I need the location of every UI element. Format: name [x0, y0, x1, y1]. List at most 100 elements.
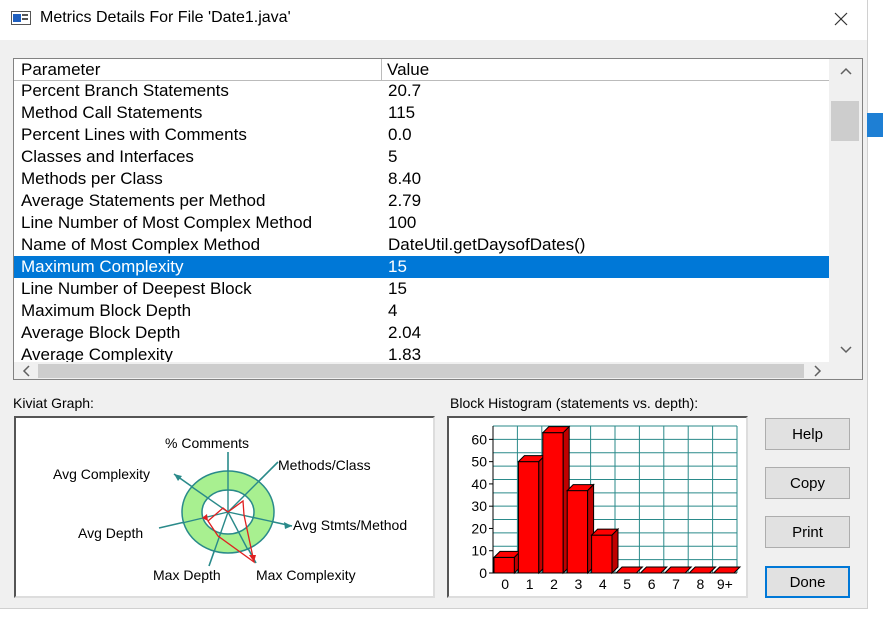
row-parameter: Average Complexity [21, 345, 173, 362]
table-row[interactable]: Line Number of Most Complex Method 100 [14, 212, 829, 234]
row-parameter: Classes and Interfaces [21, 147, 194, 166]
x-tick-label: 7 [672, 576, 680, 592]
bar-top [663, 566, 693, 574]
y-tick-label: 0 [479, 565, 487, 581]
row-value: 8.40 [388, 169, 422, 188]
close-button[interactable] [818, 2, 864, 36]
kiviat-axis-methods-class: Methods/Class [278, 457, 371, 473]
scroll-down-button[interactable] [829, 338, 862, 362]
row-parameter: Line Number of Deepest Block [21, 279, 252, 298]
scroll-up-button[interactable] [829, 59, 862, 83]
scroll-left-button[interactable] [14, 362, 38, 379]
chevron-down-icon [840, 346, 852, 354]
kiviat-graph: % Comments Methods/Class Avg Stmts/Metho… [14, 416, 435, 598]
row-value: 20.7 [388, 81, 422, 100]
bar-top [712, 566, 742, 574]
kiviat-axis-comments: % Comments [165, 435, 249, 451]
row-value: 2.79 [388, 191, 422, 210]
chevron-left-icon [22, 365, 30, 377]
kiviat-axis-avg-complexity: Avg Complexity [53, 466, 150, 482]
table-row[interactable]: Method Call Statements 115 [14, 102, 829, 124]
list-header: Parameter Value [14, 59, 829, 81]
horizontal-scrollbar[interactable] [14, 362, 862, 379]
window-title: Metrics Details For File 'Date1.java' [40, 9, 291, 26]
table-row[interactable]: Line Number of Deepest Block 15 [14, 278, 829, 300]
kiviat-axis-avg-depth: Avg Depth [78, 525, 143, 541]
close-icon [834, 12, 848, 26]
column-header-value[interactable]: Value [382, 59, 829, 80]
horizontal-scroll-thumb[interactable] [38, 364, 804, 378]
x-tick-label: 3 [575, 576, 583, 592]
y-tick-label: 40 [471, 476, 487, 492]
y-tick-label: 30 [471, 498, 487, 514]
row-value: 1.83 [388, 345, 422, 362]
title-bar: Metrics Details For File 'Date1.java' [0, 0, 867, 40]
background-window-edge [867, 113, 883, 137]
x-tick-label: 6 [648, 576, 656, 592]
histogram-bar [639, 566, 669, 574]
kiviat-axis-max-depth: Max Depth [153, 567, 221, 583]
done-button[interactable]: Done [765, 566, 850, 598]
row-parameter: Name of Most Complex Method [21, 235, 261, 254]
table-row[interactable]: Maximum Block Depth 4 [14, 300, 829, 322]
histogram-bar [614, 566, 644, 574]
row-value: 5 [388, 147, 398, 166]
x-tick-label: 0 [501, 576, 509, 592]
histogram-svg: 01020304050600 1 2 3 4 5 6 7 8 9+ [471, 425, 742, 592]
y-tick-label: 10 [471, 543, 487, 559]
y-tick-label: 50 [471, 454, 487, 470]
table-row[interactable]: Classes and Interfaces 5 [14, 146, 829, 168]
y-tick-label: 60 [471, 431, 487, 447]
table-row[interactable]: Percent Lines with Comments 0.0 [14, 124, 829, 146]
row-parameter: Percent Branch Statements [21, 81, 229, 100]
y-tick-label: 20 [471, 520, 487, 536]
kiviat-axis-avg-stmts: Avg Stmts/Method [293, 517, 407, 533]
histogram-bar [590, 527, 620, 575]
chevron-up-icon [840, 67, 852, 75]
table-row[interactable]: Average Statements per Method 2.79 [14, 190, 829, 212]
row-value: DateUtil.getDaysofDates() [388, 235, 586, 254]
row-value: 4 [388, 301, 398, 320]
histogram-bar [663, 566, 693, 574]
bar-front [493, 556, 515, 574]
table-row[interactable]: Percent Branch Statements 20.7 [14, 80, 829, 102]
kiviat-axis-max-complexity: Max Complexity [256, 567, 356, 583]
row-value: 115 [388, 103, 416, 122]
print-button[interactable]: Print [765, 516, 850, 548]
metrics-list-content: Parameter Value Percent Branch Statement… [14, 59, 829, 362]
table-row[interactable]: Average Complexity 1.83 [14, 344, 829, 362]
row-parameter: Methods per Class [21, 169, 163, 188]
column-header-parameter[interactable]: Parameter [14, 59, 382, 80]
chevron-right-icon [814, 365, 822, 377]
histogram-bar [492, 550, 522, 575]
row-value: 15 [388, 279, 407, 298]
table-row[interactable]: Average Block Depth 2.04 [14, 322, 829, 344]
table-row[interactable]: Name of Most Complex Method DateUtil.getD… [14, 234, 829, 256]
bar-top [639, 566, 669, 574]
row-value: 100 [388, 213, 417, 232]
bar-top [614, 566, 644, 574]
x-tick-label: 5 [623, 576, 631, 592]
x-tick-label: 8 [697, 576, 705, 592]
bar-front [542, 432, 564, 574]
copy-button[interactable]: Copy [765, 467, 850, 499]
histogram-bar [541, 425, 571, 575]
row-value: 2.04 [388, 323, 422, 342]
row-parameter: Maximum Complexity [21, 257, 184, 276]
vertical-scroll-thumb[interactable] [831, 101, 859, 141]
metrics-list[interactable]: Parameter Value Percent Branch Statement… [13, 58, 863, 380]
row-parameter: Average Block Depth [21, 323, 181, 342]
help-button[interactable]: Help [765, 418, 850, 450]
x-tick-label: 9+ [717, 576, 733, 592]
bar-top [687, 566, 717, 574]
histogram-bar [565, 483, 595, 575]
table-row[interactable]: Methods per Class 8.40 [14, 168, 829, 190]
table-row[interactable]: Maximum Complexity 15 [14, 256, 829, 278]
x-tick-label: 2 [550, 576, 558, 592]
scroll-right-button[interactable] [806, 362, 830, 379]
x-tick-label: 4 [599, 576, 607, 592]
row-value: 0.0 [388, 125, 412, 144]
x-tick-label: 1 [526, 576, 534, 592]
histogram-bar [517, 454, 547, 575]
vertical-scrollbar[interactable] [829, 59, 862, 362]
